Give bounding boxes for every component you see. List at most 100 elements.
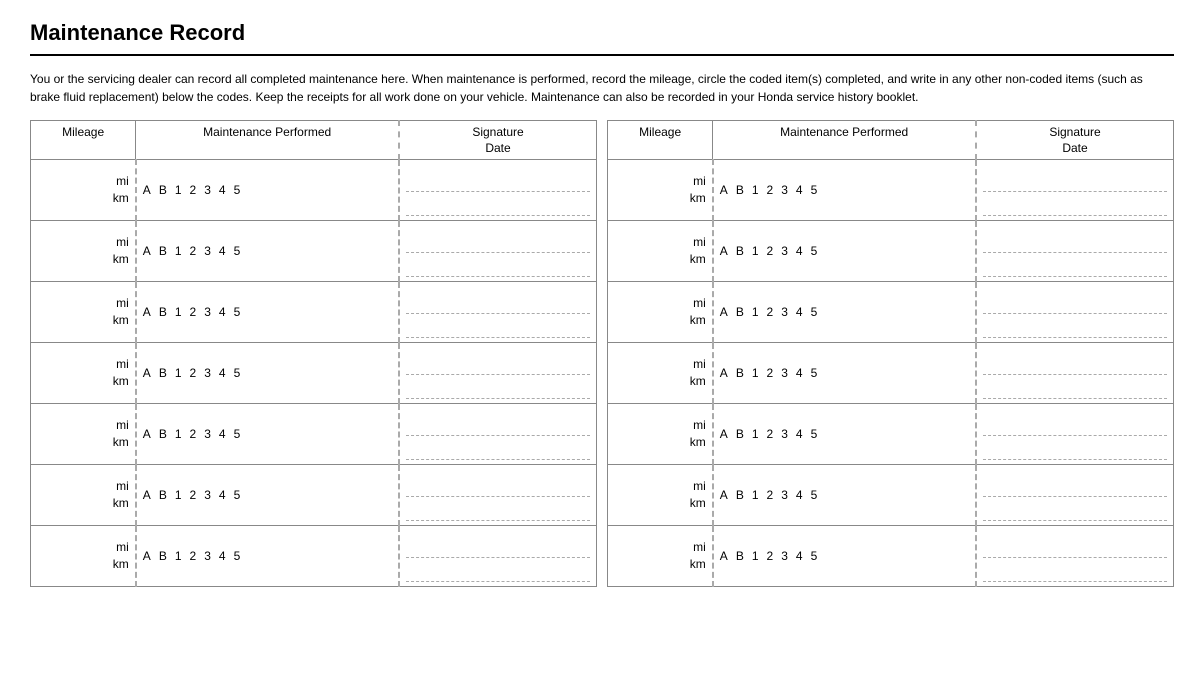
signature-line[interactable] — [983, 530, 1167, 558]
mileage-cell: mi km — [31, 282, 136, 343]
code-5: 5 — [811, 488, 818, 502]
mileage-cell: mi km — [608, 465, 713, 526]
code-4: 4 — [219, 183, 226, 197]
code-4: 4 — [796, 366, 803, 380]
signature-cell[interactable] — [399, 343, 596, 404]
code-2: 2 — [190, 427, 197, 441]
km-label: km — [690, 312, 706, 329]
signature-line[interactable] — [983, 469, 1167, 497]
date-line[interactable] — [406, 253, 590, 277]
signature-line[interactable] — [983, 286, 1167, 314]
date-line[interactable] — [406, 497, 590, 521]
maintenance-cell: A B 1 2 3 4 5 — [136, 282, 399, 343]
code-3: 3 — [781, 244, 788, 258]
code-1: 1 — [752, 488, 759, 502]
table-row: mi km A B 1 2 3 4 5 — [608, 282, 1174, 343]
date-line[interactable] — [983, 192, 1167, 216]
mi-label: mi — [116, 356, 129, 373]
date-line[interactable] — [983, 375, 1167, 399]
signature-cell[interactable] — [976, 343, 1173, 404]
mi-label: mi — [693, 356, 706, 373]
maintenance-cell: A B 1 2 3 4 5 — [136, 404, 399, 465]
code-A: A — [720, 549, 728, 563]
signature-label: Signature — [406, 125, 590, 139]
signature-line[interactable] — [406, 164, 590, 192]
signature-cell[interactable] — [976, 526, 1173, 587]
date-line[interactable] — [983, 497, 1167, 521]
code-1: 1 — [175, 427, 182, 441]
mileage-cell: mi km — [31, 404, 136, 465]
date-line[interactable] — [983, 253, 1167, 277]
table-row: mi km A B 1 2 3 4 5 — [608, 526, 1174, 587]
table-row: mi km A B 1 2 3 4 5 — [31, 282, 597, 343]
code-1: 1 — [752, 549, 759, 563]
code-3: 3 — [781, 549, 788, 563]
signature-cell[interactable] — [399, 160, 596, 221]
maintenance-cell: A B 1 2 3 4 5 — [713, 343, 976, 404]
codes-row: A B 1 2 3 4 5 — [143, 364, 392, 382]
signature-line[interactable] — [406, 408, 590, 436]
maintenance-cell: A B 1 2 3 4 5 — [136, 343, 399, 404]
codes-row: A B 1 2 3 4 5 — [720, 303, 969, 321]
maintenance-cell: A B 1 2 3 4 5 — [713, 282, 976, 343]
km-label: km — [690, 373, 706, 390]
code-4: 4 — [219, 488, 226, 502]
right-mileage-header: Mileage — [608, 121, 713, 160]
signature-line[interactable] — [406, 225, 590, 253]
date-line[interactable] — [406, 436, 590, 460]
maintenance-cell: A B 1 2 3 4 5 — [136, 221, 399, 282]
date-line[interactable] — [983, 314, 1167, 338]
table-row: mi km A B 1 2 3 4 5 — [31, 221, 597, 282]
code-B: B — [159, 244, 167, 258]
signature-cell[interactable] — [399, 221, 596, 282]
signature-cell[interactable] — [399, 282, 596, 343]
signature-cell[interactable] — [399, 404, 596, 465]
date-line[interactable] — [983, 558, 1167, 582]
km-label: km — [690, 556, 706, 573]
signature-line[interactable] — [983, 225, 1167, 253]
intro-text: You or the servicing dealer can record a… — [30, 70, 1174, 106]
left-maintenance-table: Mileage Maintenance Performed Signature … — [30, 120, 597, 587]
code-1: 1 — [752, 366, 759, 380]
signature-line[interactable] — [406, 469, 590, 497]
mileage-cell: mi km — [608, 221, 713, 282]
mi-label: mi — [116, 173, 129, 190]
code-1: 1 — [752, 183, 759, 197]
signature-cell[interactable] — [976, 465, 1173, 526]
code-2: 2 — [190, 305, 197, 319]
signature-line[interactable] — [983, 408, 1167, 436]
table-row: mi km A B 1 2 3 4 5 — [608, 404, 1174, 465]
date-line[interactable] — [406, 558, 590, 582]
code-5: 5 — [811, 183, 818, 197]
signature-line[interactable] — [406, 286, 590, 314]
code-3: 3 — [781, 427, 788, 441]
km-label: km — [690, 190, 706, 207]
km-label: km — [690, 251, 706, 268]
signature-cell[interactable] — [976, 282, 1173, 343]
code-3: 3 — [781, 366, 788, 380]
date-line[interactable] — [983, 436, 1167, 460]
date-line[interactable] — [406, 314, 590, 338]
codes-row: A B 1 2 3 4 5 — [720, 181, 969, 199]
signature-line[interactable] — [406, 530, 590, 558]
code-4: 4 — [796, 488, 803, 502]
code-2: 2 — [190, 183, 197, 197]
date-line[interactable] — [406, 192, 590, 216]
code-5: 5 — [234, 305, 241, 319]
signature-line[interactable] — [983, 164, 1167, 192]
code-2: 2 — [767, 305, 774, 319]
signature-cell[interactable] — [976, 404, 1173, 465]
code-5: 5 — [234, 488, 241, 502]
left-signature-header: Signature Date — [399, 121, 596, 160]
mileage-cell: mi km — [608, 343, 713, 404]
signature-cell[interactable] — [399, 526, 596, 587]
signature-cell[interactable] — [976, 160, 1173, 221]
mi-label: mi — [693, 417, 706, 434]
code-2: 2 — [190, 244, 197, 258]
signature-cell[interactable] — [399, 465, 596, 526]
signature-cell[interactable] — [976, 221, 1173, 282]
signature-line[interactable] — [983, 347, 1167, 375]
signature-line[interactable] — [406, 347, 590, 375]
date-line[interactable] — [406, 375, 590, 399]
code-4: 4 — [796, 549, 803, 563]
